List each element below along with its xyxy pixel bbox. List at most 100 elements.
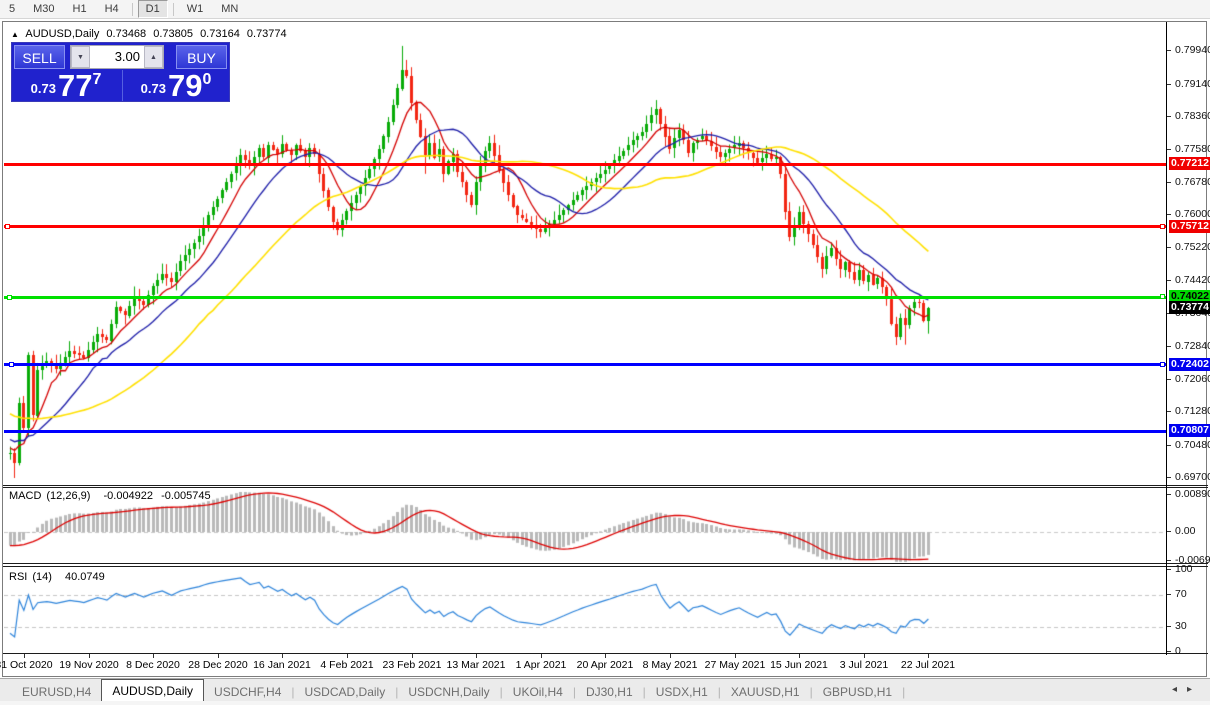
price-tag-0.73774: 0.73774: [1169, 301, 1210, 314]
tab-usdchf-h4[interactable]: USDCHF,H4: [204, 682, 291, 702]
price-axis-label: 0.77580: [1175, 143, 1210, 155]
date-axis-label: 16 Jan 2021: [253, 659, 311, 671]
sell-price-big: 77: [58, 72, 92, 99]
date-axis-tick: [476, 654, 477, 658]
tab-eurusd-h4[interactable]: EURUSD,H4: [12, 682, 101, 702]
pane-separator: [3, 566, 1208, 567]
chart-tabs-bar: EURUSD,H4AUDUSD,DailyUSDCHF,H4|USDCAD,Da…: [0, 678, 1210, 702]
date-axis-label: 19 Nov 2020: [59, 659, 119, 671]
rsi-axis-tick: [1167, 651, 1171, 652]
date-axis-tick: [799, 654, 800, 658]
date-axis-tick: [347, 654, 348, 658]
chart-window: 0.799400.791400.783600.775800.767800.760…: [2, 21, 1207, 677]
bar-high: 0.73805: [153, 28, 193, 40]
date-axis-tick: [24, 654, 25, 658]
tab-usdcad-daily[interactable]: USDCAD,Daily: [295, 682, 396, 702]
hline-support-green[interactable]: [4, 296, 1166, 299]
buy-price-sup: 0: [202, 71, 211, 89]
macd-axis-tick: [1167, 494, 1171, 495]
price-axis-tick: [1167, 247, 1171, 248]
one-click-trade-panel: SELL ▼ 3.00 ▲ BUY 0.73 77 7 0.73 79 0: [11, 42, 230, 102]
tab-dj30-h1[interactable]: DJ30,H1: [576, 682, 643, 702]
rsi-axis-label: 70: [1175, 588, 1187, 600]
rsi-axis-label: 30: [1175, 620, 1187, 632]
price-axis-label: 0.79940: [1175, 44, 1210, 56]
price-axis-label: 0.70480: [1175, 439, 1210, 451]
buy-price-big: 79: [168, 72, 202, 99]
macd-axis-tick: [1167, 560, 1171, 561]
sell-button[interactable]: SELL: [14, 45, 65, 69]
collapse-triangle-icon[interactable]: ▲: [11, 30, 19, 39]
date-axis-label: 8 Dec 2020: [126, 659, 180, 671]
axis-marker: [1160, 294, 1165, 299]
volume-increase-button[interactable]: ▲: [144, 46, 163, 68]
price-axis-tick: [1167, 379, 1171, 380]
macd-label: MACD(12,26,9) -0.004922 -0.005745: [9, 490, 216, 502]
tab-xauusd-h1[interactable]: XAUUSD,H1: [721, 682, 810, 702]
timeframe-button-5[interactable]: 5: [1, 0, 23, 18]
price-axis-label: 0.71280: [1175, 405, 1210, 417]
date-axis-tick: [218, 654, 219, 658]
tab-scroll-arrows[interactable]: ◂▸: [1172, 684, 1202, 695]
timeframe-button-d1[interactable]: D1: [138, 0, 168, 18]
macd-value-1: -0.004922: [103, 490, 153, 502]
price-axis-label: 0.69700: [1175, 471, 1210, 483]
hline-support-blue-1[interactable]: [4, 363, 1166, 366]
date-axis-tick: [89, 654, 90, 658]
timeframe-button-h1[interactable]: H1: [65, 0, 95, 18]
timeframe-button-mn[interactable]: MN: [213, 0, 246, 18]
hline-resistance-1[interactable]: [4, 163, 1166, 166]
tab-gbpusd-h1[interactable]: GBPUSD,H1: [813, 682, 902, 702]
date-axis-label: 4 Feb 2021: [320, 659, 373, 671]
price-tag-0.70807: 0.70807: [1169, 424, 1210, 437]
timeframe-button-w1[interactable]: W1: [179, 0, 212, 18]
bar-open: 0.73468: [106, 28, 146, 40]
price-axis-label: 0.76000: [1175, 208, 1210, 220]
hline-support-blue-2[interactable]: [4, 430, 1166, 433]
chart-canvas[interactable]: [4, 23, 1166, 656]
rsi-axis-label: 0: [1175, 645, 1181, 657]
chart-symbol-period: AUDUSD,Daily: [25, 28, 99, 40]
date-axis-tick: [412, 654, 413, 658]
volume-decrease-button[interactable]: ▼: [71, 46, 90, 68]
price-axis-tick: [1167, 445, 1171, 446]
hline-marker-support-green[interactable]: [7, 295, 12, 300]
volume-input[interactable]: 3.00: [90, 46, 144, 68]
date-axis-label: 28 Dec 2020: [188, 659, 248, 671]
tab-usdx-h1[interactable]: USDX,H1: [646, 682, 718, 702]
rsi-name: RSI(14): [9, 571, 57, 583]
macd-value-2: -0.005745: [161, 490, 211, 502]
price-axis-tick: [1167, 84, 1171, 85]
buy-button[interactable]: BUY: [176, 45, 227, 69]
date-axis-tick: [153, 654, 154, 658]
pane-separator: [3, 487, 1208, 488]
price-axis-tick: [1167, 50, 1171, 51]
pane-separator: [3, 563, 1208, 564]
sell-price-sup: 7: [92, 71, 101, 89]
buy-price[interactable]: 0.73 79 0: [122, 70, 229, 101]
trading-app: 5M30H1H4D1W1MN 0.799400.791400.783600.77…: [0, 0, 1210, 705]
price-axis-label: 0.78360: [1175, 110, 1210, 122]
hline-marker-resistance-2[interactable]: [5, 224, 10, 229]
timeframe-button-h4[interactable]: H4: [97, 0, 127, 18]
macd-axis-label: 0.008903: [1175, 488, 1210, 500]
buy-button-label: BUY: [187, 50, 216, 66]
date-axis-tick: [864, 654, 865, 658]
bar-low: 0.73164: [200, 28, 240, 40]
tab-ukoil-h4[interactable]: UKOil,H4: [503, 682, 573, 702]
date-axis-tick: [605, 654, 606, 658]
price-axis-tick: [1167, 182, 1171, 183]
date-axis-label: 20 Apr 2021: [577, 659, 634, 671]
sell-price-prefix: 0.73: [31, 81, 56, 96]
sell-price[interactable]: 0.73 77 7: [12, 70, 120, 101]
date-axis-label: 31 Oct 2020: [0, 659, 53, 671]
tab-usdcnh-daily[interactable]: USDCNH,Daily: [398, 682, 499, 702]
hline-resistance-2[interactable]: [4, 225, 1166, 228]
timeframe-toolbar: 5M30H1H4 D1 W1MN: [0, 0, 1210, 19]
price-axis-label: 0.72840: [1175, 340, 1210, 352]
date-axis-label: 23 Feb 2021: [383, 659, 442, 671]
macd-name: MACD(12,26,9): [9, 490, 95, 502]
tab-audusd-daily[interactable]: AUDUSD,Daily: [101, 679, 204, 702]
timeframe-button-m30[interactable]: M30: [25, 0, 62, 18]
hline-marker-support-blue-1[interactable]: [9, 362, 14, 367]
